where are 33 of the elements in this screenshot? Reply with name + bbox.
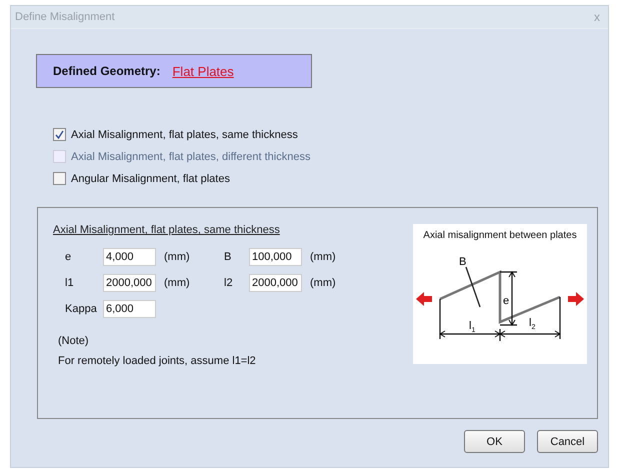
ok-button[interactable]: OK <box>464 430 525 453</box>
input-field[interactable]: 4,000 <box>103 248 156 266</box>
field-label: l2 <box>223 277 234 289</box>
unit-label: (mm) <box>163 251 191 263</box>
geometry-label: Defined Geometry: <box>53 64 160 78</box>
left-arrow-icon <box>416 292 432 306</box>
cancel-button[interactable]: Cancel <box>537 430 598 453</box>
input-field[interactable]: 6,000 <box>103 300 156 318</box>
checkbox-label: Axial Misalignment, flat plates, same thickness <box>71 128 298 140</box>
unit-label: (mm) <box>163 277 191 289</box>
field-label: B <box>223 251 232 263</box>
checkbox[interactable] <box>53 172 66 185</box>
field-label: e <box>64 251 72 263</box>
diagram-title: Axial misalignment between plates <box>423 230 577 241</box>
checkbox[interactable] <box>53 128 66 141</box>
dimension-label: l$_{2}$ <box>529 317 536 331</box>
dimension-label: B <box>459 256 466 268</box>
input-field[interactable]: 100,000 <box>249 248 302 266</box>
unit-label: (mm) <box>309 251 337 263</box>
group-title: Axial Misalignment, flat plates, same thickness <box>53 224 281 236</box>
window-title: Define Misalignment <box>15 11 115 23</box>
field-label: l1 <box>64 277 75 289</box>
dimension-label: l$_{1}$ <box>469 320 476 334</box>
checkbox-label: Axial Misalignment, flat plates, different thickness <box>71 150 310 162</box>
checkbox-label: Angular Misalignment, flat plates <box>71 172 230 184</box>
note-title: (Note) <box>57 335 90 347</box>
dimension-label: e <box>503 295 510 307</box>
right-arrow-icon <box>568 292 584 306</box>
field-label: Kappa <box>64 303 98 315</box>
input-field[interactable]: 2000,000 <box>103 274 156 292</box>
note-text: For remotely loaded joints, assume l1=l2 <box>57 355 257 367</box>
input-field[interactable]: 2000,000 <box>249 274 302 292</box>
unit-label: (mm) <box>309 277 337 289</box>
